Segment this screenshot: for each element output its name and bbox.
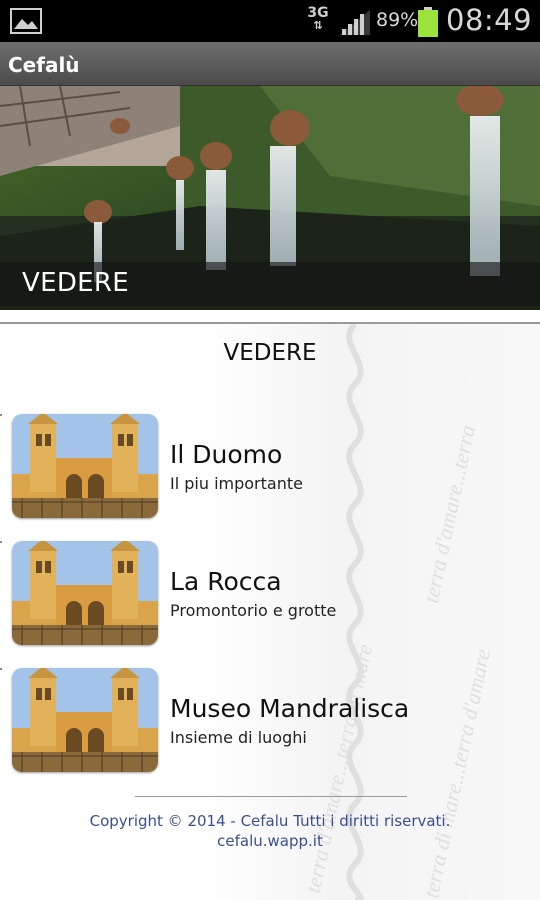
section-title: VEDERE bbox=[223, 340, 317, 366]
museo-thumbnail bbox=[12, 668, 158, 772]
rocca-thumbnail bbox=[12, 541, 158, 645]
hero-banner[interactable]: VEDERE bbox=[0, 86, 540, 310]
footer-divider bbox=[135, 796, 407, 797]
list-item[interactable]: Museo Mandralisca Insieme di luoghi bbox=[0, 668, 540, 778]
item-subtitle: Il piu importante bbox=[170, 474, 303, 493]
item-title: La Rocca bbox=[170, 567, 282, 596]
signal-icon bbox=[340, 10, 370, 35]
duomo-thumbnail bbox=[12, 414, 158, 518]
status-bar: 3G ⇅ 89% 08:49 bbox=[0, 0, 540, 42]
gallery-icon bbox=[10, 8, 42, 34]
hero-caption: VEDERE bbox=[22, 268, 129, 298]
list-item[interactable]: La Rocca Promontorio e grotte bbox=[0, 541, 540, 651]
battery-percent: 89% bbox=[376, 9, 419, 31]
left-marker bbox=[0, 414, 2, 416]
item-subtitle: Promontorio e grotte bbox=[170, 601, 337, 620]
footer-link[interactable]: cefalu.wapp.it bbox=[0, 832, 540, 850]
item-title: Il Duomo bbox=[170, 440, 283, 469]
item-title: Museo Mandralisca bbox=[170, 694, 410, 723]
left-marker bbox=[0, 668, 2, 670]
left-marker bbox=[0, 541, 2, 543]
data-arrows-icon: ⇅ bbox=[313, 19, 323, 32]
clock: 08:49 bbox=[446, 3, 533, 37]
battery-icon bbox=[418, 7, 438, 37]
footer-copyright: Copyright © 2014 - Cefalu Tutti i diritt… bbox=[89, 812, 451, 830]
action-bar: Cefalù bbox=[0, 42, 540, 86]
app-title: Cefalù bbox=[8, 53, 80, 77]
network-indicator: 3G ⇅ bbox=[307, 5, 329, 32]
list-item[interactable]: Il Duomo Il piu importante bbox=[0, 414, 540, 524]
item-subtitle: Insieme di luoghi bbox=[170, 728, 307, 747]
